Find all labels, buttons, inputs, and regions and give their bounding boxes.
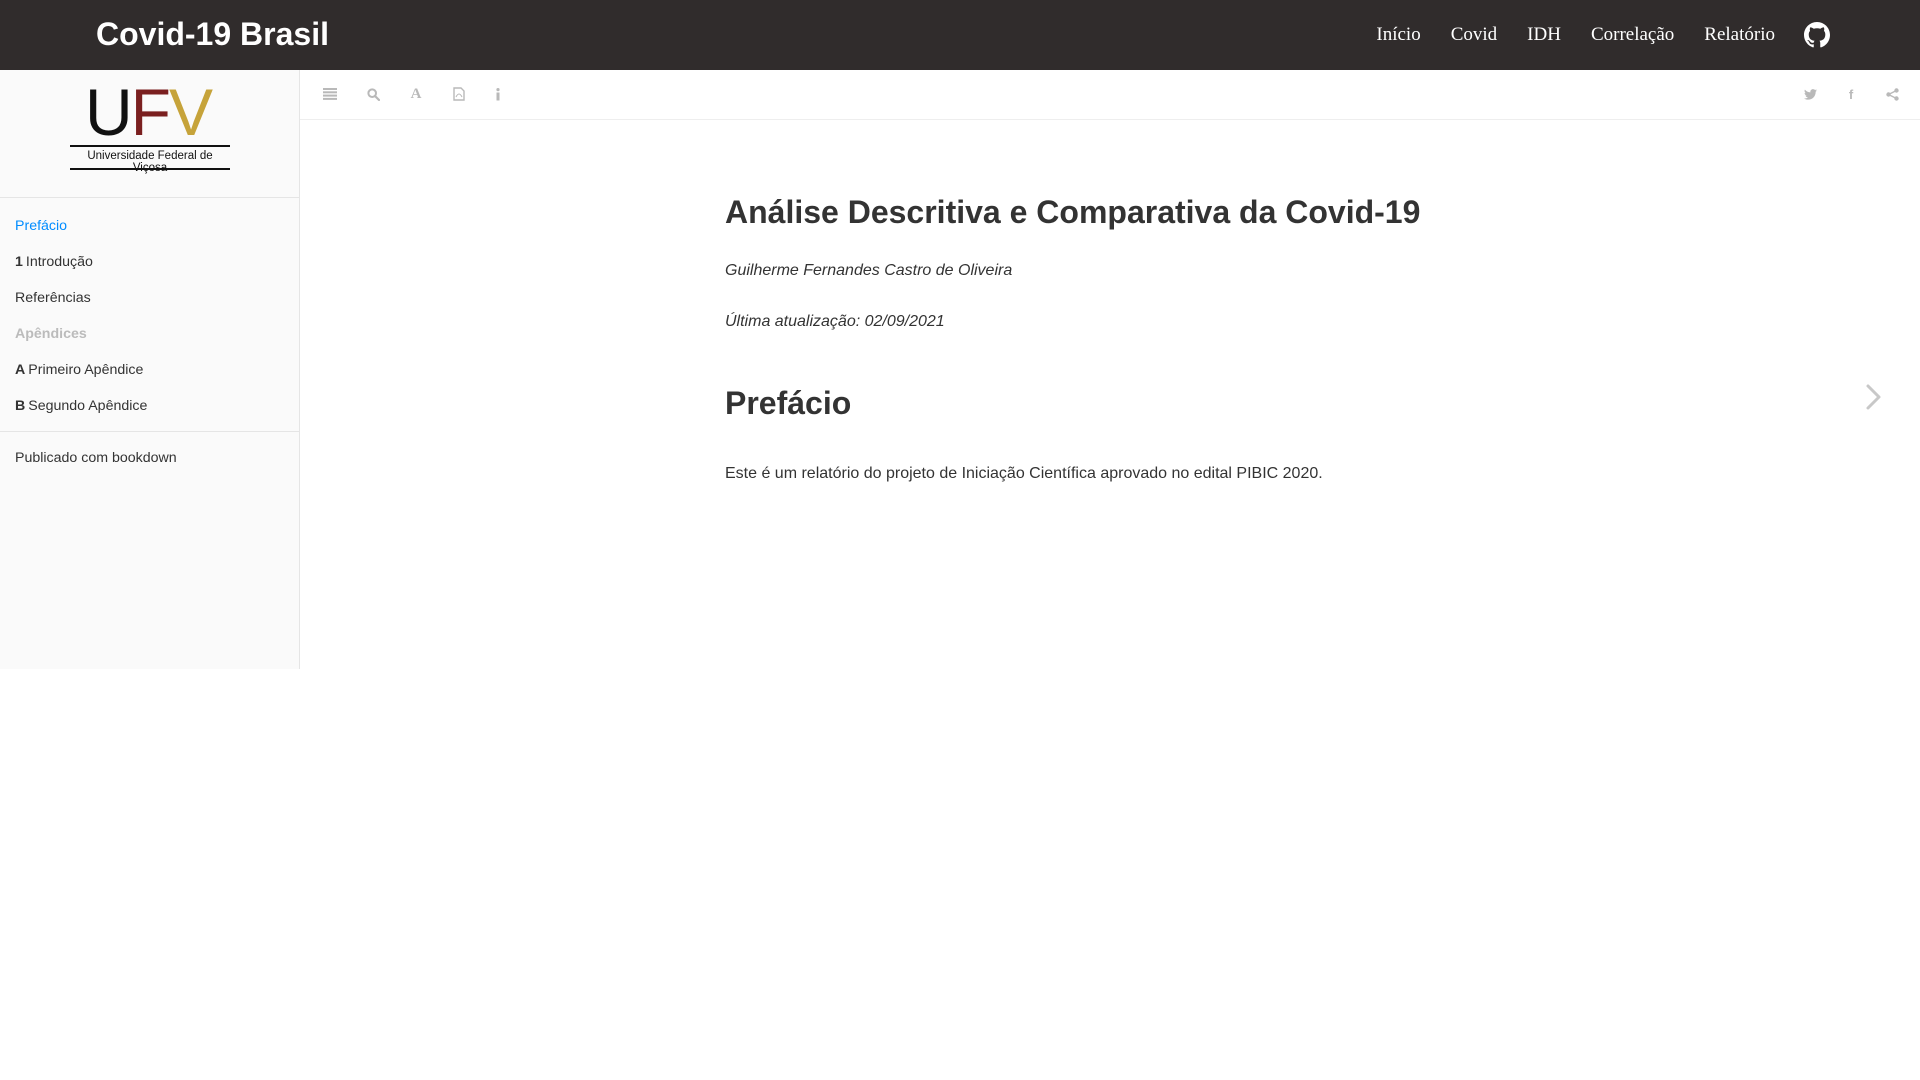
toc-item-label: Prefácio — [15, 218, 68, 234]
toc-header-apendices: Apêndices — [15, 326, 87, 342]
top-navbar: Covid-19 Brasil Início Covid IDH Correla… — [0, 0, 1920, 70]
github-icon[interactable] — [1804, 22, 1830, 48]
published-with-bookdown-link[interactable]: Publicado com bookdown — [0, 441, 299, 475]
toc-item-number: A — [15, 362, 26, 378]
pdf-icon[interactable] — [451, 86, 467, 102]
main-content: Análise Descritiva e Comparativa da Covi… — [725, 190, 1525, 485]
table-of-contents: Prefácio 1 Introdução Referências Apêndic… — [0, 198, 299, 424]
facebook-icon[interactable]: f — [1843, 86, 1859, 102]
font-icon[interactable]: A — [408, 86, 424, 102]
logo-rule — [70, 145, 230, 147]
twitter-icon[interactable] — [1802, 86, 1818, 102]
toc-item-introducao[interactable]: 1 Introdução — [0, 244, 299, 280]
next-page-arrow-icon[interactable] — [1862, 380, 1886, 414]
nav-link-inicio[interactable]: Início — [1376, 0, 1420, 70]
section-title: Prefácio — [725, 385, 852, 421]
nav-links: Início Covid IDH Correlação Relatório — [1346, 0, 1830, 70]
toc-item-prefacio[interactable]: Prefácio — [0, 208, 299, 244]
sidebar-divider — [0, 431, 299, 432]
toc-item-label: Primeiro Apêndice — [28, 362, 144, 378]
site-brand[interactable]: Covid-19 Brasil — [96, 14, 329, 54]
logo-container: UFV Universidade Federal de Viçosa — [0, 70, 299, 198]
toc-item-number: 1 — [15, 254, 23, 270]
nav-link-covid[interactable]: Covid — [1451, 0, 1497, 70]
nav-link-correlacao[interactable]: Correlação — [1591, 0, 1674, 70]
nav-link-idh[interactable]: IDH — [1527, 0, 1561, 70]
search-icon[interactable] — [365, 86, 381, 102]
toc-item-apendice-a[interactable]: A Primeiro Apêndice — [0, 352, 299, 388]
ufv-logo-letters: UFV — [85, 75, 213, 149]
book-toolbar: A f — [300, 70, 1920, 120]
nav-link-relatorio[interactable]: Relatório — [1704, 0, 1775, 70]
toc-item-apendice-b[interactable]: B Segundo Apêndice — [0, 388, 299, 424]
toc-item-referencias[interactable]: Referências — [0, 280, 299, 316]
toc-item-number: B — [15, 398, 26, 414]
document-title: Análise Descritiva e Comparativa da Covi… — [725, 194, 1421, 230]
document-date: Última atualização: 02/09/2021 — [725, 313, 945, 330]
toc-item-label: Introdução — [25, 254, 93, 270]
toc-item-label: Segundo Apêndice — [28, 398, 148, 414]
share-icon[interactable] — [1884, 86, 1900, 102]
document-author: Guilherme Fernandes Castro de Oliveira — [725, 262, 1013, 279]
ufv-logo[interactable]: UFV Universidade Federal de Viçosa — [70, 79, 230, 174]
section-paragraph: Este é um relatório do projeto de Inicia… — [725, 465, 1323, 482]
info-icon[interactable] — [490, 86, 506, 102]
logo-caption: Universidade Federal de Viçosa — [87, 150, 213, 174]
sidebar: UFV Universidade Federal de Viçosa Prefá… — [0, 70, 300, 669]
toc-item-label: Referências — [15, 290, 91, 306]
logo-rule — [70, 168, 230, 170]
menu-icon[interactable] — [322, 86, 338, 102]
